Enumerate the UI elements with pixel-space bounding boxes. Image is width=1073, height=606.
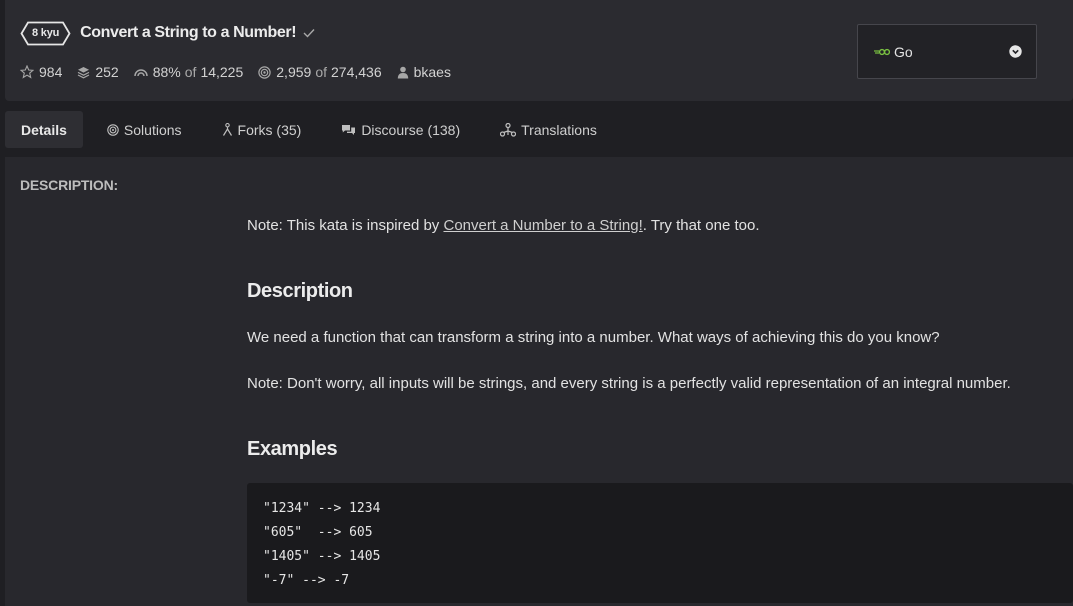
- tab-details[interactable]: Details: [5, 111, 83, 148]
- fork-icon: [222, 122, 233, 137]
- tab-forks[interactable]: Forks (35): [206, 111, 318, 148]
- description-heading: Description: [247, 280, 353, 302]
- satisfaction-total: 14,225: [200, 64, 244, 80]
- comments-icon: [341, 124, 356, 136]
- tab-discourse-label: Discourse (138): [361, 121, 461, 138]
- description-paragraph-2: Note: Don't worry, all inputs will be st…: [247, 375, 1011, 392]
- stats-row: 984 252 88% of 14,225 2,959 of 274,436 b…: [20, 63, 466, 81]
- stars-count: 984: [39, 64, 63, 80]
- tab-discourse[interactable]: Discourse (138): [325, 111, 476, 148]
- rainbow-icon: [133, 67, 148, 77]
- satisfaction-rating: 88%: [152, 64, 181, 80]
- examples-heading: Examples: [247, 438, 338, 460]
- satisfaction-of: of: [184, 64, 197, 80]
- translations-icon: [500, 122, 517, 137]
- code-line: "1234" --> 1234: [263, 501, 381, 516]
- target-icon: [107, 123, 119, 136]
- tab-solutions[interactable]: Solutions: [91, 111, 198, 148]
- inspiration-note: Note: This kata is inspired by Convert a…: [247, 217, 759, 234]
- tab-solutions-label: Solutions: [123, 121, 182, 138]
- tab-translations[interactable]: Translations: [484, 111, 613, 148]
- kata-tabs: Details Solutions Forks (35) Discourse (…: [5, 111, 621, 148]
- kata-title: Convert a String to a Number!: [80, 24, 297, 41]
- completed-stat: 2,959 of 274,436: [258, 64, 382, 80]
- description-section-label: DESCRIPTION:: [20, 177, 118, 193]
- tab-details-label: Details: [21, 121, 67, 138]
- language-select[interactable]: Go: [857, 24, 1037, 79]
- stars-stat[interactable]: 984: [20, 64, 62, 80]
- author-name[interactable]: bkaes: [414, 64, 451, 80]
- note-suffix: . Try that one too.: [642, 217, 760, 234]
- kata-header: 8 kyu Convert a String to a Number! 984 …: [5, 0, 1073, 101]
- target-icon: [258, 65, 271, 79]
- note-prefix: Note: This kata is inspired by: [247, 217, 444, 234]
- language-label: Go: [894, 43, 913, 60]
- chevron-down-circle-icon[interactable]: [1009, 45, 1022, 58]
- code-line: "605" --> 605: [263, 525, 373, 540]
- tab-translations-label: Translations: [521, 121, 597, 138]
- collections-count: 252: [95, 64, 119, 80]
- completed-of: of: [315, 64, 327, 80]
- tab-forks-label: Forks (35): [237, 121, 302, 138]
- description-paragraph-1: We need a function that can transform a …: [247, 329, 940, 346]
- title-row: 8 kyu Convert a String to a Number!: [20, 20, 315, 46]
- description-panel: DESCRIPTION: Note: This kata is inspired…: [5, 157, 1073, 606]
- check-icon: [303, 28, 315, 38]
- completed-total: 274,436: [331, 64, 382, 80]
- user-icon: [397, 66, 409, 79]
- rank-label: 8 kyu: [32, 27, 60, 39]
- rank-badge: 8 kyu: [20, 21, 71, 46]
- code-line: "-7" --> -7: [263, 573, 350, 588]
- code-line: "1405" --> 1405: [263, 549, 381, 564]
- layers-icon: [77, 66, 90, 79]
- go-gopher-icon: [874, 48, 890, 56]
- satisfaction-stat: 88% of 14,225: [133, 64, 244, 80]
- star-icon: [20, 65, 34, 79]
- author-stat[interactable]: bkaes: [397, 64, 451, 80]
- related-kata-link[interactable]: Convert a Number to a String!: [443, 217, 642, 234]
- examples-code-block: "1234" --> 1234 "605" --> 605 "1405" -->…: [247, 483, 1073, 603]
- collections-stat[interactable]: 252: [77, 64, 119, 80]
- completed-count: 2,959: [276, 64, 312, 80]
- kata-page: 8 kyu Convert a String to a Number! 984 …: [0, 0, 1073, 606]
